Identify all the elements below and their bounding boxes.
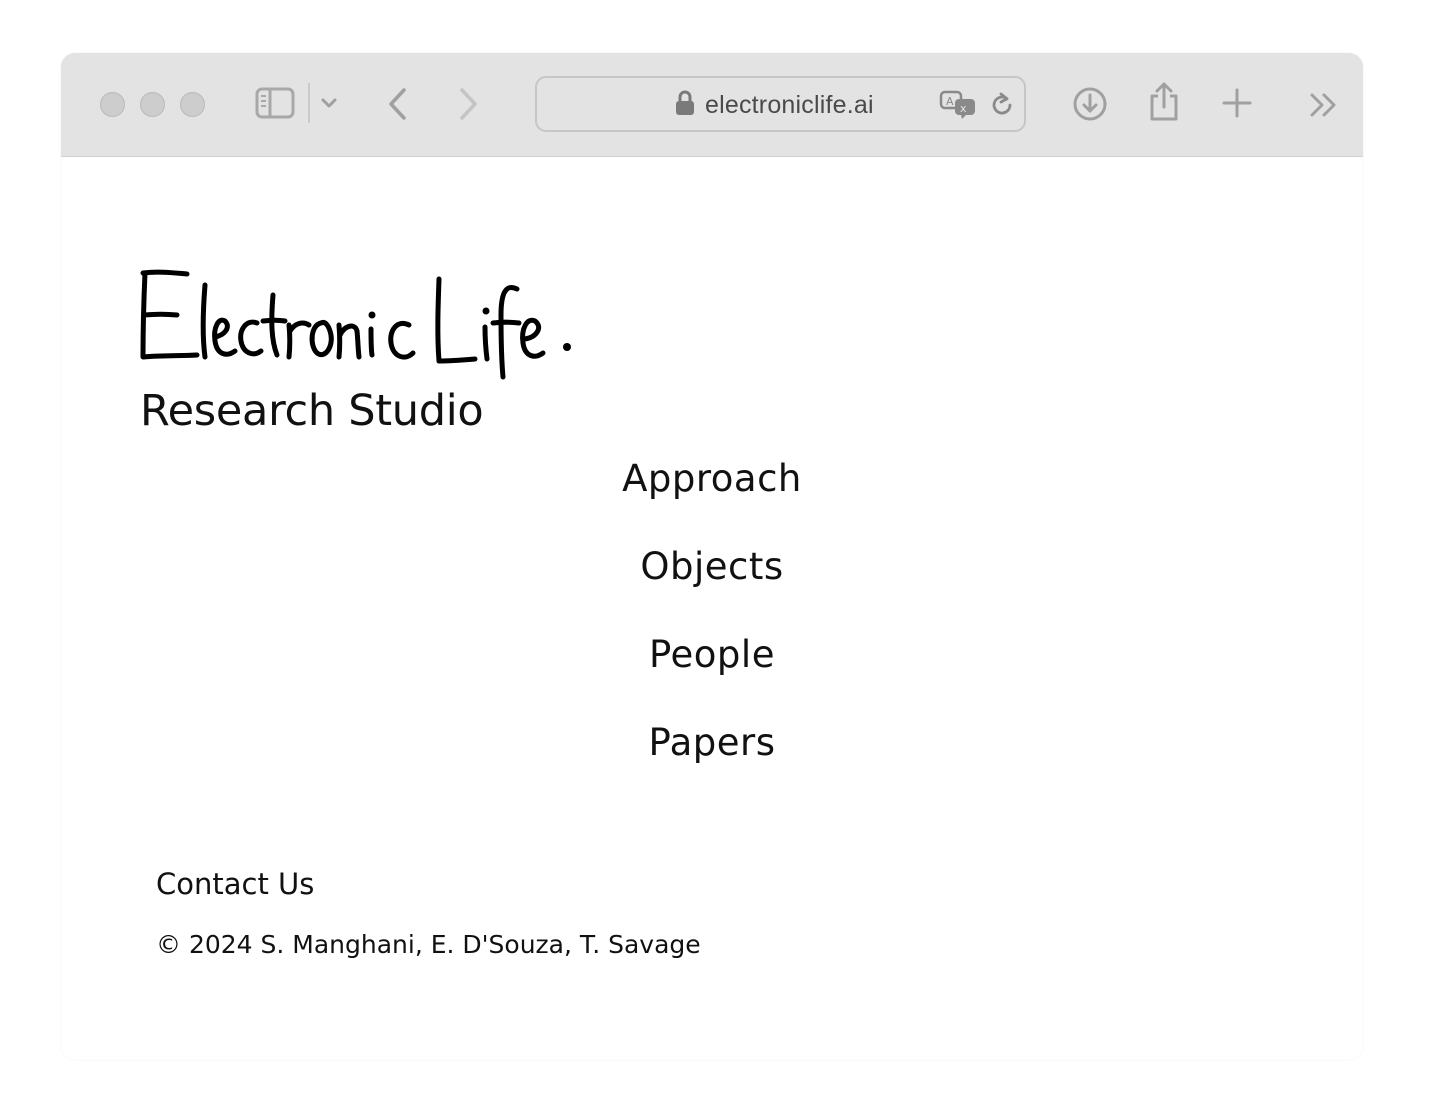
browser-window: electroniclife.ai Ax Research Studio App… xyxy=(61,53,1363,1060)
toolbar-divider xyxy=(308,83,310,123)
site-subtitle: Research Studio xyxy=(140,386,484,436)
site-logo[interactable] xyxy=(139,265,579,383)
url-text: electroniclife.ai xyxy=(705,90,874,119)
address-bar[interactable]: electroniclife.ai Ax xyxy=(535,76,1026,132)
translate-icon[interactable]: Ax xyxy=(939,90,979,120)
svg-text:A: A xyxy=(946,95,954,108)
zoom-window-button[interactable] xyxy=(180,92,205,117)
minimize-window-button[interactable] xyxy=(140,92,165,117)
svg-text:x: x xyxy=(960,102,967,115)
copyright-text: © 2024 S. Manghani, E. D'Souza, T. Savag… xyxy=(156,930,701,959)
sidebar-icon[interactable] xyxy=(255,87,295,119)
main-nav: Approach Objects People Papers xyxy=(61,449,1363,801)
back-arrow-icon[interactable] xyxy=(384,86,410,122)
download-icon[interactable] xyxy=(1071,85,1109,123)
reload-icon[interactable] xyxy=(988,91,1016,119)
double-chevron-icon[interactable] xyxy=(1309,91,1339,119)
chevron-down-icon[interactable] xyxy=(319,95,339,111)
nav-item-approach[interactable]: Approach xyxy=(61,449,1363,537)
lock-icon xyxy=(675,90,695,120)
close-window-button[interactable] xyxy=(100,92,125,117)
nav-item-objects[interactable]: Objects xyxy=(61,537,1363,625)
plus-icon[interactable] xyxy=(1221,87,1253,119)
browser-toolbar: electroniclife.ai Ax xyxy=(61,53,1363,157)
share-icon[interactable] xyxy=(1147,80,1181,122)
page-content: Research Studio Approach Objects People … xyxy=(61,157,1363,1060)
contact-us-link[interactable]: Contact Us xyxy=(156,867,314,901)
forward-arrow-icon[interactable] xyxy=(456,86,482,122)
nav-item-people[interactable]: People xyxy=(61,625,1363,713)
nav-item-papers[interactable]: Papers xyxy=(61,713,1363,801)
